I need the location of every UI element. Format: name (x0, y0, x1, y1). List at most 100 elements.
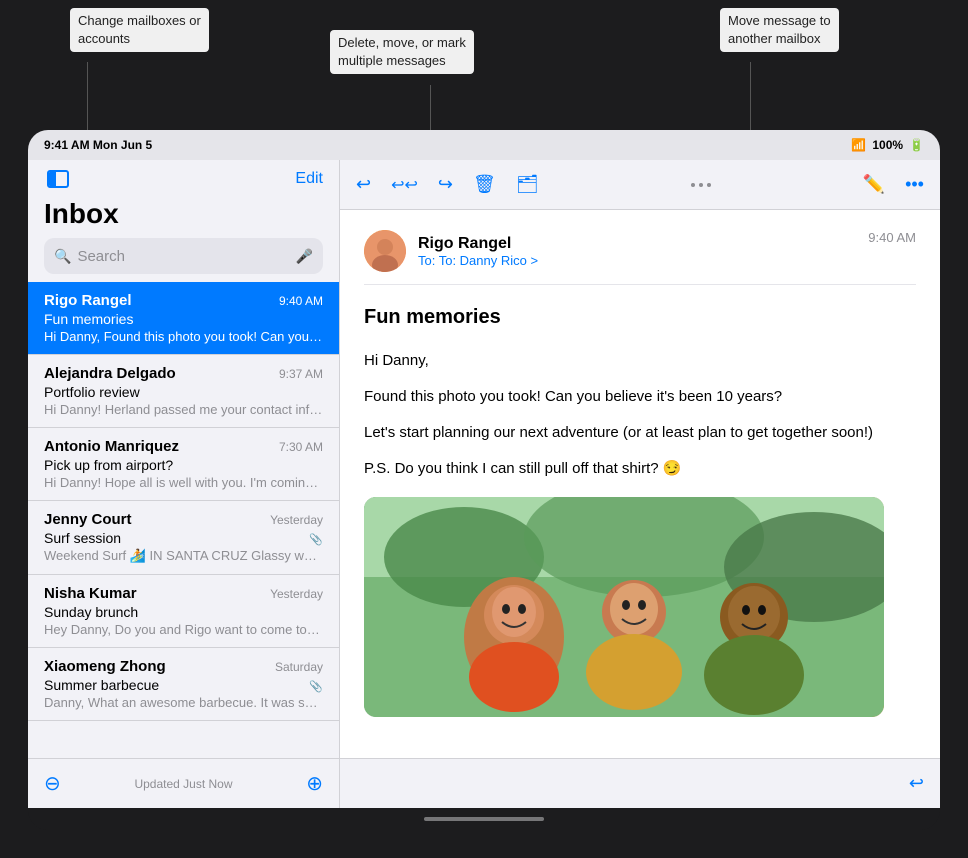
search-bar[interactable]: 🔍 Search 🎤 (44, 238, 323, 274)
annotation-line-right (750, 62, 751, 130)
email-subject: Portfolio review (44, 384, 323, 400)
email-time: 9:37 AM (279, 367, 323, 381)
home-bar (424, 817, 544, 821)
inbox-title: Inbox (28, 194, 339, 238)
search-placeholder: Search (77, 248, 289, 265)
reply-bottom-button[interactable]: ↩ (909, 773, 924, 794)
email-subject: Sunday brunch (44, 604, 323, 620)
wifi-icon: 📶 (851, 138, 866, 152)
photo-content (364, 497, 884, 717)
email-preview: Hi Danny! Hope all is well with you. I'm… (44, 475, 323, 490)
list-item[interactable]: Xiaomeng Zhong Saturday Summer barbecue … (28, 648, 339, 721)
more-options-button[interactable]: ••• (905, 174, 924, 195)
home-indicator (28, 808, 940, 830)
email-list: Rigo Rangel 9:40 AM Fun memories Hi Dann… (28, 282, 339, 758)
edit-button[interactable]: Edit (295, 170, 323, 188)
attachment-icon: 📎 (309, 680, 323, 693)
toolbar-center (691, 183, 711, 187)
left-bottom-bar: ⊖ Updated Just Now ⊕ (28, 758, 339, 808)
right-bottom-bar: ↩ (340, 758, 940, 808)
email-body: Fun memories Hi Danny, Found this photo … (364, 301, 916, 717)
email-subject: Summer barbecue (44, 677, 159, 693)
list-item[interactable]: Antonio Manriquez 7:30 AM Pick up from a… (28, 428, 339, 501)
status-time: 9:41 AM Mon Jun 5 (44, 138, 152, 152)
email-photo (364, 497, 884, 717)
email-subject: Surf session (44, 530, 121, 546)
to-label: To: (418, 253, 439, 268)
email-body-greeting: Hi Danny, (364, 349, 916, 373)
email-preview: Danny, What an awesome barbecue. It was … (44, 695, 323, 710)
battery-icon: 🔋 (909, 138, 924, 152)
list-item[interactable]: Rigo Rangel 9:40 AM Fun memories Hi Dann… (28, 282, 339, 355)
email-preview: Hi Danny, Found this photo you took! Can… (44, 329, 323, 344)
annotation-move: Move message to another mailbox (720, 8, 839, 52)
selfie-image (364, 497, 884, 717)
email-detail-time: 9:40 AM (868, 230, 916, 245)
list-item[interactable]: Jenny Court Yesterday Surf session 📎 Wee… (28, 501, 339, 575)
reply-all-button[interactable]: ↩↩ (391, 175, 418, 195)
email-time: Yesterday (270, 513, 323, 527)
trash-button[interactable]: 🗑 (473, 174, 496, 195)
sender-name: Rigo Rangel (418, 235, 538, 253)
list-item[interactable]: Alejandra Delgado 9:37 AM Portfolio revi… (28, 355, 339, 428)
avatar (364, 230, 406, 272)
mic-icon[interactable]: 🎤 (296, 248, 313, 265)
annotation-mailboxes: Change mailboxes or accounts (70, 8, 209, 52)
right-panel: ↩ ↩↩ ↪ 🗑 🗂 ✏️ ••• (340, 160, 940, 808)
compose-small-icon[interactable]: ⊕ (306, 771, 323, 796)
inbox-header: Edit (28, 160, 339, 194)
email-subject: Fun memories (44, 311, 323, 327)
sender-info: Rigo Rangel To: To: Danny Rico > (364, 230, 538, 272)
email-body-line4: P.S. Do you think I can still pull off t… (364, 457, 916, 481)
status-bar-right: 📶 100% 🔋 (851, 138, 924, 152)
move-to-folder-button[interactable]: 🗂 (516, 174, 539, 195)
main-content: Edit Inbox 🔍 Search 🎤 Rigo Rangel 9:40 A… (28, 160, 940, 808)
email-subject: Pick up from airport? (44, 457, 323, 473)
email-time: 9:40 AM (279, 294, 323, 308)
email-sender: Antonio Manriquez (44, 438, 179, 455)
list-item[interactable]: Nisha Kumar Yesterday Sunday brunch Hey … (28, 575, 339, 648)
right-toolbar: ↩ ↩↩ ↪ 🗑 🗂 ✏️ ••• (340, 160, 940, 210)
annotation-multiple: Delete, move, or mark multiple messages (330, 30, 474, 74)
email-time: Saturday (275, 660, 323, 674)
email-preview: Hey Danny, Do you and Rigo want to come … (44, 622, 323, 637)
toolbar-dot (707, 183, 711, 187)
attachment-icon: 📎 (309, 533, 323, 546)
sidebar-toggle-button[interactable] (44, 168, 72, 190)
to-name[interactable]: To: Danny Rico > (439, 253, 538, 268)
email-preview: Hi Danny! Herland passed me your contact… (44, 402, 323, 417)
filter-icon[interactable]: ⊖ (44, 771, 61, 796)
email-body-line2: Found this photo you took! Can you belie… (364, 385, 916, 409)
left-panel: Edit Inbox 🔍 Search 🎤 Rigo Rangel 9:40 A… (28, 160, 340, 808)
sidebar-icon (47, 170, 69, 188)
toolbar-dot (691, 183, 695, 187)
battery-level: 100% (872, 138, 903, 152)
sender-to[interactable]: To: To: Danny Rico > (418, 253, 538, 268)
email-preview: Weekend Surf 🏄 IN SANTA CRUZ Glassy wave… (44, 548, 323, 564)
email-detail: Rigo Rangel To: To: Danny Rico > 9:40 AM (340, 210, 940, 758)
toolbar-left: ↩ ↩↩ ↪ 🗑 🗂 (356, 174, 539, 195)
email-time: 7:30 AM (279, 440, 323, 454)
email-sender: Alejandra Delgado (44, 365, 176, 382)
search-icon: 🔍 (54, 248, 71, 265)
toolbar-right: ✏️ ••• (863, 174, 924, 195)
email-subject-heading: Fun memories (364, 301, 916, 333)
annotation-line-left (87, 62, 88, 138)
email-time: Yesterday (270, 587, 323, 601)
email-sender: Jenny Court (44, 511, 132, 528)
email-sender: Nisha Kumar (44, 585, 137, 602)
sender-details: Rigo Rangel To: To: Danny Rico > (418, 235, 538, 268)
avatar-image (364, 230, 406, 272)
status-bar: 9:41 AM Mon Jun 5 📶 100% 🔋 (28, 130, 940, 160)
forward-button[interactable]: ↪ (438, 174, 453, 195)
email-sender: Rigo Rangel (44, 292, 132, 309)
updated-status: Updated Just Now (134, 777, 232, 791)
annotations: Change mailboxes or accounts Delete, mov… (0, 0, 968, 135)
reply-button[interactable]: ↩ (356, 174, 371, 195)
ipad-frame: 9:41 AM Mon Jun 5 📶 100% 🔋 Edit Inbox 🔍 (28, 130, 940, 830)
email-detail-header: Rigo Rangel To: To: Danny Rico > 9:40 AM (364, 230, 916, 285)
email-body-line3: Let's start planning our next adventure … (364, 421, 916, 445)
status-bar-left: 9:41 AM Mon Jun 5 (44, 138, 152, 152)
compose-button[interactable]: ✏️ (863, 174, 885, 195)
toolbar-dot (699, 183, 703, 187)
